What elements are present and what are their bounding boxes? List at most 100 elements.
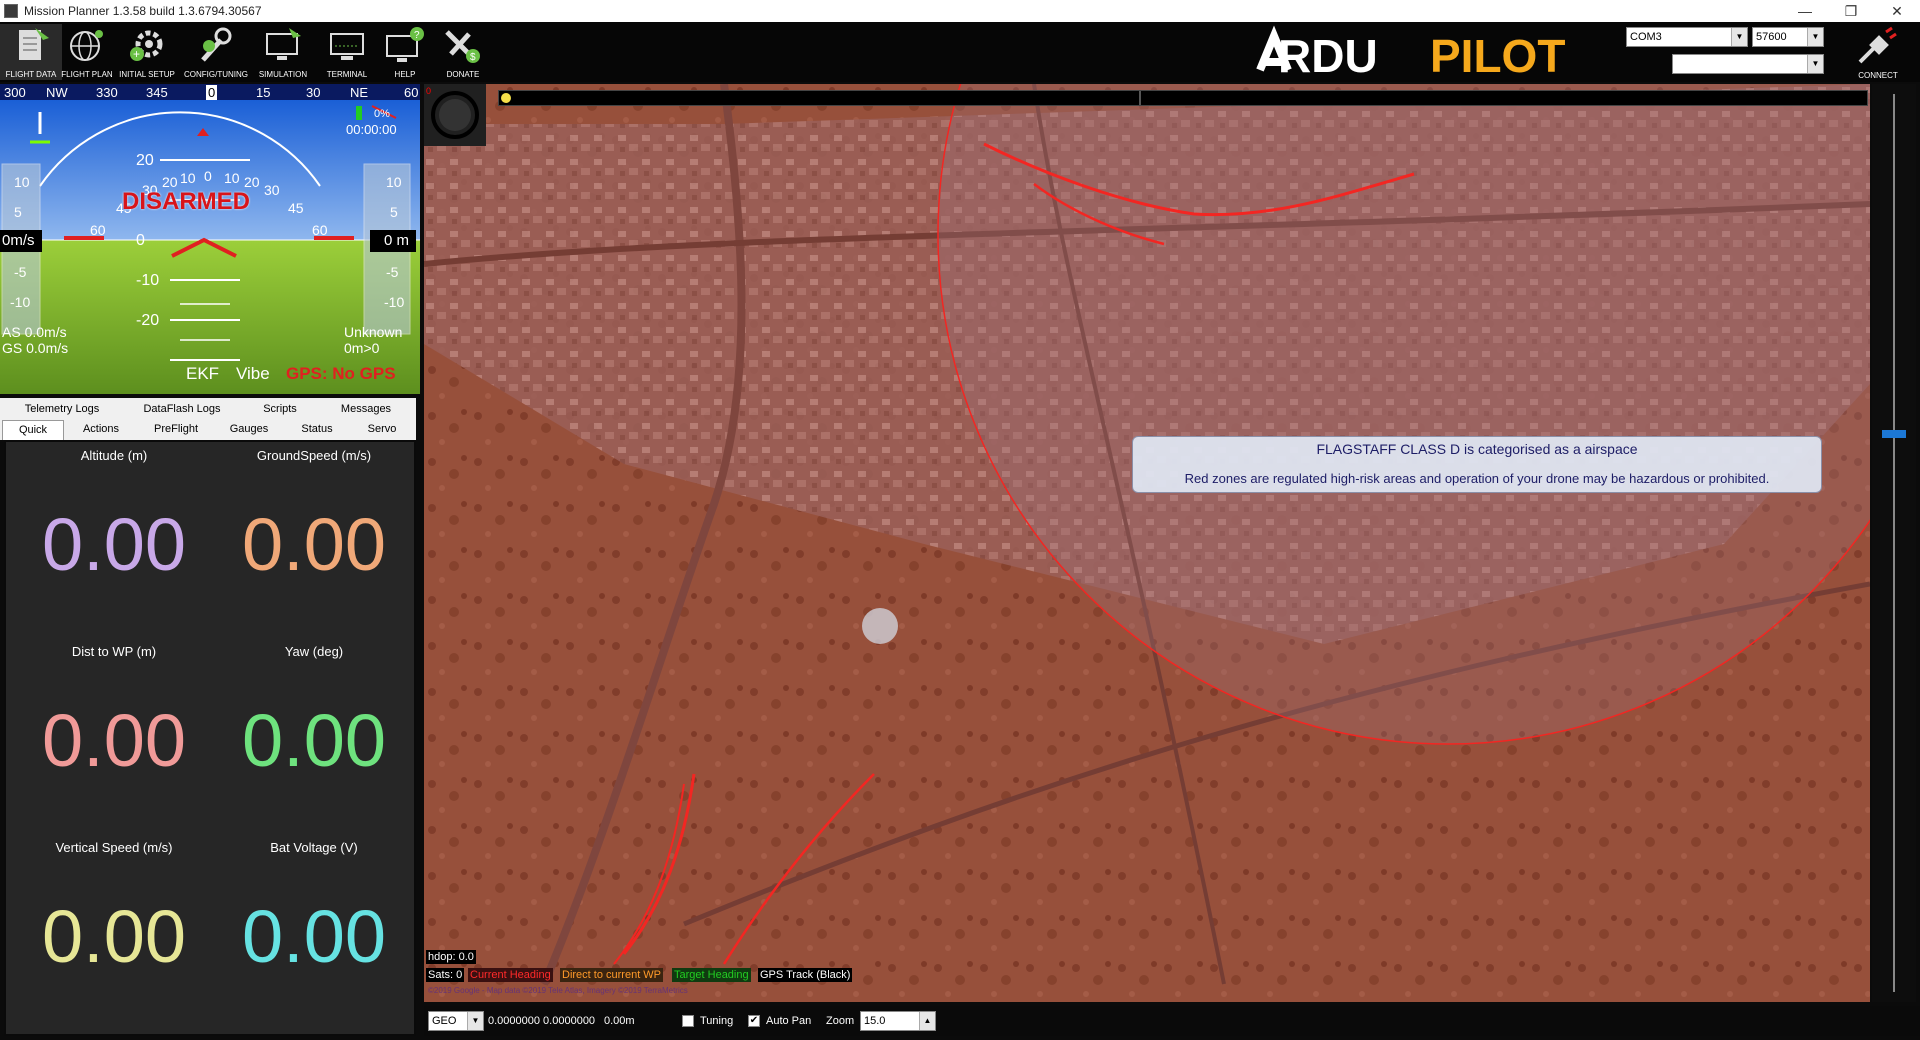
main-toolbar: FLIGHT DATA FLIGHT PLAN + INITIAL SETUP … xyxy=(0,22,1920,82)
tab-status[interactable]: Status xyxy=(284,420,350,438)
heading-tick: NW xyxy=(46,85,68,100)
tab-dataflash-logs[interactable]: DataFlash Logs xyxy=(124,400,240,418)
zoom-value: 15.0 xyxy=(864,1015,886,1027)
alt-tape-label: 5 xyxy=(390,204,398,220)
chevron-down-icon: ▼ xyxy=(1807,28,1823,46)
tab-scripts[interactable]: Scripts xyxy=(240,400,320,418)
simulation-icon xyxy=(266,28,301,60)
terminal-button[interactable]: TERMINAL xyxy=(316,24,378,80)
svg-text:PILOT: PILOT xyxy=(1430,30,1565,82)
wp-distance: 0m>0 xyxy=(344,340,380,356)
hdop-readout: hdop: 0.0 xyxy=(426,950,476,964)
window-title: Mission Planner 1.3.58 build 1.3.6794.30… xyxy=(24,4,262,18)
alt-tape-label: 10 xyxy=(386,174,402,190)
coord-system-select[interactable]: GEO ▼ xyxy=(428,1011,484,1031)
zoom-stepper[interactable]: 15.0 ▲ xyxy=(860,1011,936,1031)
alt-tape-label: -5 xyxy=(386,264,399,280)
svg-text:0: 0 xyxy=(426,86,431,96)
tab-quick[interactable]: Quick xyxy=(2,420,64,440)
pitch-label: -10 xyxy=(136,272,160,289)
pitch-label: 0 xyxy=(136,232,145,249)
tab-servo[interactable]: Servo xyxy=(352,420,412,438)
map-view[interactable]: 0 FLAGSTAFF CLASS D is categorised as a … xyxy=(424,84,1870,1002)
quick-value: 0.00 xyxy=(241,895,387,978)
quick-item-vertical-speed[interactable]: Vertical Speed (m/s) 0.00 xyxy=(14,836,214,1031)
quick-item-dist-to-wp[interactable]: Dist to WP (m) 0.00 xyxy=(14,640,214,835)
quick-item-bat-voltage[interactable]: Bat Voltage (V) 0.00 xyxy=(214,836,414,1031)
initial-setup-icon: + xyxy=(130,30,163,61)
airspace-notice: FLAGSTAFF CLASS D is categorised as a ai… xyxy=(1132,436,1822,493)
legend-current-heading: Current Heading xyxy=(468,968,553,982)
quick-value: 0.00 xyxy=(241,503,387,586)
quick-label: Altitude (m) xyxy=(80,448,148,463)
quick-value: 0.00 xyxy=(41,895,187,978)
tab-preflight[interactable]: PreFlight xyxy=(138,420,214,438)
config-tuning-icon xyxy=(201,27,232,62)
altitude-slider[interactable] xyxy=(1872,84,1916,1002)
donate-icon: $ xyxy=(445,30,480,63)
flight-data-button[interactable]: FLIGHT DATA xyxy=(0,24,62,80)
terminal-label: TERMINAL xyxy=(326,70,368,79)
heading-tick: 15 xyxy=(256,85,271,100)
sats-readout: Sats: 0 xyxy=(426,968,465,982)
tab-telemetry-logs[interactable]: Telemetry Logs xyxy=(4,400,120,418)
quick-value: 0.00 xyxy=(41,503,187,586)
quick-item-altitude[interactable]: Altitude (m) 0.00 xyxy=(14,444,214,639)
legend-target-heading: Target Heading xyxy=(672,968,751,982)
link-select[interactable]: ▼ xyxy=(1672,54,1824,74)
speed-tape-label: 10 xyxy=(14,174,30,190)
connect-button[interactable]: CONNECT xyxy=(1846,26,1910,80)
compass-rose-icon: 0 xyxy=(426,86,479,139)
help-button[interactable]: ? HELP xyxy=(374,24,436,80)
autopan-checkbox[interactable]: ✔ xyxy=(748,1015,760,1027)
quick-label: Vertical Speed (m/s) xyxy=(55,840,173,855)
progress-marker[interactable] xyxy=(501,93,511,103)
svg-text:+: + xyxy=(133,47,140,61)
tab-messages[interactable]: Messages xyxy=(320,400,412,418)
port-select[interactable]: COM3 ▼ xyxy=(1626,27,1748,47)
tuning-checkbox[interactable] xyxy=(682,1015,694,1027)
tab-gauges[interactable]: Gauges xyxy=(216,420,282,438)
hud-display: 300 NW 330 345 0 15 30 NE 60 60 45 30 20… xyxy=(0,84,420,394)
donate-label: DONATE xyxy=(446,70,480,79)
svg-text:RDU: RDU xyxy=(1278,30,1378,82)
close-button[interactable]: ✕ xyxy=(1874,0,1920,22)
data-tabs: Telemetry Logs DataFlash Logs Scripts Me… xyxy=(0,398,416,440)
stepper-arrows-icon[interactable]: ▲ xyxy=(919,1012,935,1030)
status-bar: GEO ▼ 0.0000000 0.0000000 0.00m Tuning ✔ … xyxy=(424,1006,1920,1036)
flight-mode: Unknown xyxy=(344,324,403,340)
alt-tape-label: -10 xyxy=(384,294,405,310)
legend-gps-track: GPS Track (Black) xyxy=(758,968,853,982)
quick-label: Yaw (deg) xyxy=(284,644,344,659)
heading-tick: 345 xyxy=(146,85,168,100)
simulation-button[interactable]: SIMULATION xyxy=(252,24,314,80)
pitch-label: -20 xyxy=(136,312,160,329)
tab-actions[interactable]: Actions xyxy=(66,420,136,438)
quick-label: Dist to WP (m) xyxy=(71,644,157,659)
quick-panel: Altitude (m) 0.00 GroundSpeed (m/s) 0.00… xyxy=(4,440,416,1036)
time-readout: 00:00:00 xyxy=(346,122,397,137)
zoom-label: Zoom xyxy=(826,1015,855,1027)
heading-tick: NE xyxy=(350,85,369,100)
quick-item-yaw[interactable]: Yaw (deg) 0.00 xyxy=(214,640,414,835)
quick-item-groundspeed[interactable]: GroundSpeed (m/s) 0.00 xyxy=(214,444,414,639)
alt-readout: 0.00m xyxy=(604,1015,635,1027)
svg-text:$: $ xyxy=(470,52,476,63)
current-speed: 0m/s xyxy=(2,232,35,249)
legend-direct-to-wp: Direct to current WP xyxy=(560,968,664,982)
notice-title: FLAGSTAFF CLASS D is categorised as a ai… xyxy=(1316,441,1638,457)
ekf-indicator[interactable]: EKF xyxy=(186,364,219,384)
compass-widget: 0 xyxy=(424,84,486,146)
connect-label: CONNECT xyxy=(1858,71,1898,80)
autopan-label: Auto Pan xyxy=(766,1015,812,1027)
flight-plan-button[interactable]: FLIGHT PLAN xyxy=(56,24,118,80)
restore-button[interactable]: ❐ xyxy=(1828,0,1874,22)
minimize-button[interactable]: — xyxy=(1782,0,1828,22)
baud-select[interactable]: 57600 ▼ xyxy=(1752,27,1824,47)
vibe-indicator[interactable]: Vibe xyxy=(236,364,270,384)
config-tuning-button[interactable]: CONFIG/TUNING xyxy=(184,24,248,80)
flight-data-label: FLIGHT DATA xyxy=(5,70,57,79)
initial-setup-button[interactable]: + INITIAL SETUP xyxy=(116,24,178,80)
coord-system-value: GEO xyxy=(432,1015,457,1027)
donate-button[interactable]: $ DONATE xyxy=(432,24,494,80)
